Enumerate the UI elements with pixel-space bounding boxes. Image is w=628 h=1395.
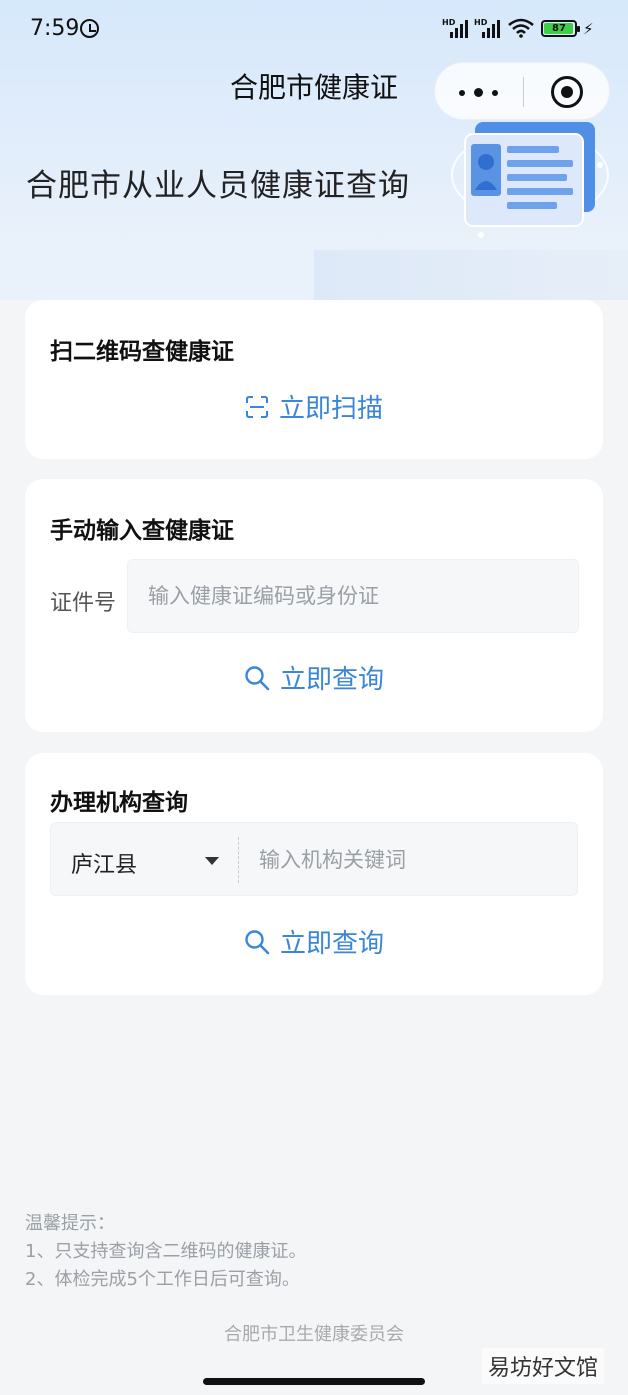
scan-card-title: 扫二维码查健康证 xyxy=(50,339,234,365)
alarm-icon xyxy=(80,19,99,38)
id-card-illustration xyxy=(451,122,609,238)
caret-down-icon xyxy=(205,857,219,865)
scan-button[interactable]: 立即扫描 xyxy=(25,388,603,425)
charging-icon: ⚡ xyxy=(583,20,594,38)
scan-card: 扫二维码查健康证 立即扫描 xyxy=(25,300,603,459)
district-value: 庐江县 xyxy=(71,853,138,878)
close-miniapp-icon[interactable] xyxy=(551,76,583,108)
status-time: 7:59 xyxy=(30,16,80,41)
home-indicator[interactable] xyxy=(203,1378,425,1385)
watermark: 易坊好文馆 xyxy=(482,1348,605,1384)
more-icon[interactable] xyxy=(457,82,501,102)
manual-query-label: 立即查询 xyxy=(279,665,384,695)
signal-icon-2: HD xyxy=(474,18,500,38)
org-keyword-input[interactable] xyxy=(259,823,569,897)
tips-line-1: 1、只支持查询含二维码的健康证。 xyxy=(25,1241,307,1262)
tips-heading: 温馨提示： xyxy=(25,1213,115,1234)
district-select[interactable]: 庐江县 xyxy=(51,823,237,897)
search-icon xyxy=(245,929,270,954)
signal-hd-label-2: HD xyxy=(474,18,488,27)
divider xyxy=(238,837,239,883)
org-search-bar: 庐江县 xyxy=(50,822,578,897)
manual-card-title: 手动输入查健康证 xyxy=(50,518,234,544)
signal-icon: HD xyxy=(442,18,468,38)
page-title: 合肥市从业人员健康证查询 xyxy=(26,168,410,204)
tips-line-2: 2、体检完成5个工作日后可查询。 xyxy=(25,1269,300,1290)
scan-icon xyxy=(245,395,268,418)
scan-button-label: 立即扫描 xyxy=(278,394,383,424)
org-query-label: 立即查询 xyxy=(279,929,384,959)
wifi-icon xyxy=(508,18,534,38)
tips: 温馨提示： 1、只支持查询含二维码的健康证。 2、体检完成5个工作日后可查询。 xyxy=(25,1210,306,1294)
id-number-label: 证件号 xyxy=(50,591,117,616)
battery-icon: 87 xyxy=(541,20,580,37)
org-card-title: 办理机构查询 xyxy=(50,790,188,816)
footer-text: 合肥市卫生健康委员会 xyxy=(224,1324,404,1345)
org-card: 办理机构查询 庐江县 立即查询 xyxy=(25,753,603,995)
org-query-button[interactable]: 立即查询 xyxy=(25,923,603,960)
id-number-field[interactable] xyxy=(127,559,579,633)
id-number-input[interactable] xyxy=(148,560,578,632)
capsule-divider xyxy=(523,77,524,107)
manual-query-button[interactable]: 立即查询 xyxy=(25,659,603,696)
search-icon xyxy=(245,665,270,690)
status-bar: 7:59 HD HD 87 ⚡ xyxy=(0,0,628,58)
signal-hd-label: HD xyxy=(442,18,456,27)
battery-level: 87 xyxy=(552,23,566,34)
manual-card: 手动输入查健康证 证件号 立即查询 xyxy=(25,479,603,732)
